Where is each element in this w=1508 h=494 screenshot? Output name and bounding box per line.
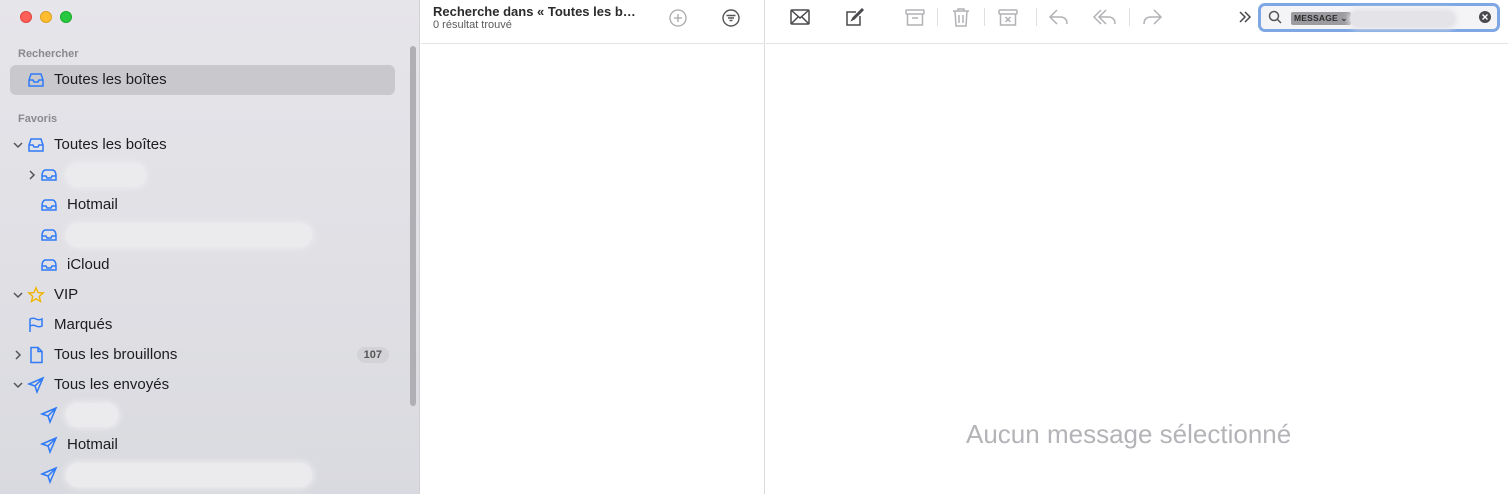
tray-icon [41, 259, 57, 271]
sidebar-item-account-redacted-2[interactable] [10, 220, 395, 250]
search-token-label: MESSAGE [1294, 13, 1338, 23]
tray-icon [41, 229, 57, 241]
redacted-search-term [1350, 11, 1455, 27]
mail-window: Rechercher Toutes les boîtes Favoris Tou… [0, 0, 1508, 494]
tray-icon [41, 199, 57, 211]
search-scope-title: Recherche dans « Toutes les b… [433, 4, 636, 19]
redacted-account-name [66, 223, 312, 247]
filter-icon[interactable] [721, 8, 741, 28]
result-count: 0 résultat trouvé [433, 19, 512, 31]
section-header-favorites: Favoris [18, 113, 58, 125]
chevron-right-icon[interactable] [27, 170, 37, 180]
chevron-down-icon[interactable] [13, 290, 23, 300]
more-toolbar-items-icon[interactable] [1232, 6, 1256, 28]
chevron-down-icon[interactable] [13, 140, 23, 150]
tray-icon [41, 169, 57, 181]
toolbar-separator [984, 8, 985, 26]
paper-plane-icon [40, 406, 58, 424]
no-message-selected-text: Aucun message sélectionné [966, 419, 1292, 449]
tray-icon [28, 73, 44, 87]
sidebar-item-label: Hotmail [67, 436, 118, 453]
redacted-account-name [66, 163, 146, 187]
paper-plane-icon [40, 466, 58, 484]
sidebar-item-hotmail[interactable]: Hotmail [10, 190, 395, 220]
toolbar-separator [1129, 8, 1130, 26]
get-mail-icon[interactable] [788, 6, 812, 28]
sidebar-item-label: iCloud [67, 256, 110, 273]
search-scope-token[interactable]: MESSAGE ⌄ [1291, 12, 1351, 25]
sidebar-item-all-mailboxes[interactable]: Toutes les boîtes [10, 130, 395, 160]
sidebar-item-search-all-mailboxes[interactable]: Toutes les boîtes [10, 65, 395, 95]
paper-plane-icon [40, 436, 58, 454]
reply-all-icon[interactable] [1093, 6, 1117, 28]
star-icon [27, 286, 45, 303]
sidebar-item-label: Tous les envoyés [54, 376, 170, 393]
sidebar-item-vip[interactable]: VIP [10, 280, 395, 310]
sidebar-item-all-drafts[interactable]: Tous les brouillons 107 [10, 340, 395, 370]
sidebar-item-sent-redacted-1[interactable] [10, 400, 395, 430]
reply-icon[interactable] [1047, 6, 1071, 28]
sidebar-scrollbar[interactable] [410, 46, 416, 406]
junk-icon[interactable] [996, 6, 1020, 28]
minimize-window-button[interactable] [40, 11, 52, 23]
sidebar-item-label: Hotmail [67, 196, 118, 213]
unread-count-badge: 107 [356, 347, 389, 363]
chevron-down-icon[interactable] [13, 380, 23, 390]
toolbar: MESSAGE ⌄ [766, 0, 1508, 44]
forward-icon[interactable] [1140, 6, 1164, 28]
message-list-pane: Recherche dans « Toutes les b… 0 résulta… [421, 0, 765, 494]
sidebar-item-icloud[interactable]: iCloud [10, 250, 395, 280]
chevron-right-icon[interactable] [13, 350, 23, 360]
compose-icon[interactable] [842, 6, 866, 28]
toolbar-separator [1036, 8, 1037, 26]
chevron-down-icon: ⌄ [1340, 13, 1348, 23]
sidebar-item-label: Toutes les boîtes [54, 136, 167, 153]
sidebar-item-label: Toutes les boîtes [54, 71, 167, 88]
reading-pane: MESSAGE ⌄ Aucun message sélectionné [766, 0, 1508, 494]
close-window-button[interactable] [20, 11, 32, 23]
search-field[interactable]: MESSAGE ⌄ [1258, 3, 1500, 32]
sidebar-item-sent-redacted-2[interactable] [10, 460, 395, 490]
tray-icon [28, 138, 44, 152]
message-list-header: Recherche dans « Toutes les b… 0 résulta… [421, 0, 765, 44]
document-icon [30, 346, 43, 364]
window-controls [20, 11, 72, 23]
archive-icon[interactable] [903, 6, 927, 28]
sidebar-item-account-redacted-1[interactable] [10, 160, 395, 190]
sidebar-item-flagged[interactable]: Marqués [10, 310, 395, 340]
paper-plane-icon [27, 376, 45, 394]
zoom-window-button[interactable] [60, 11, 72, 23]
sidebar: Rechercher Toutes les boîtes Favoris Tou… [0, 0, 420, 494]
add-filter-icon[interactable] [668, 8, 688, 28]
sidebar-item-label: VIP [54, 286, 79, 303]
sidebar-item-label: Marqués [54, 316, 113, 333]
sidebar-item-all-sent[interactable]: Tous les envoyés [10, 370, 395, 400]
flag-icon [29, 317, 43, 332]
sidebar-item-label: Tous les brouillons [54, 346, 178, 363]
redacted-account-name [66, 463, 312, 487]
clear-search-icon[interactable] [1478, 10, 1492, 24]
trash-icon[interactable] [949, 6, 973, 28]
sidebar-item-sent-hotmail[interactable]: Hotmail [10, 430, 395, 460]
search-icon [1268, 10, 1282, 24]
redacted-account-name [66, 403, 118, 427]
toolbar-separator [937, 8, 938, 26]
section-header-search: Rechercher [18, 48, 79, 60]
